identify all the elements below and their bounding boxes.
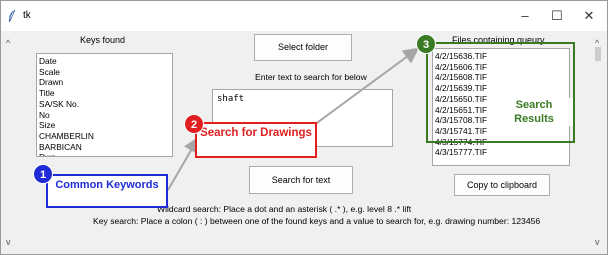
chevron-down-icon[interactable]: v (595, 237, 600, 247)
wildcard-help-text: Wildcard search: Place a dot and an aste… (157, 204, 412, 214)
file-list-item[interactable]: 4/3/15741.TIF (435, 126, 569, 137)
file-list-item[interactable]: 4/2/15636.TIF (435, 51, 569, 62)
tk-window: tk – ☐ ✕ ^ ^ v v Keys found Date Scale Dra… (0, 0, 608, 255)
files-header: Files containing queury (452, 35, 545, 45)
copy-to-clipboard-button[interactable]: Copy to clipboard (454, 174, 550, 196)
key-list-item[interactable]: SA/SK No. (39, 99, 172, 110)
search-text-input[interactable]: shaft (212, 89, 393, 147)
key-list-item[interactable]: Date (39, 56, 172, 67)
file-list-item[interactable]: 4/3/15708.TIF (435, 115, 569, 126)
file-list-item[interactable]: 4/3/15774.TIF (435, 137, 569, 148)
file-list-item[interactable]: 4/2/15606.TIF (435, 62, 569, 73)
file-list-item[interactable]: 4/3/15777.TIF (435, 147, 569, 158)
search-prompt-label: Enter text to search for below (255, 72, 367, 82)
key-list-item[interactable]: CHAMBERLIN (39, 131, 172, 142)
file-list-item[interactable]: 4/2/15651.TIF (435, 105, 569, 116)
keys-found-header: Keys found (80, 35, 126, 45)
vertical-scrollbar-thumb[interactable] (595, 47, 601, 61)
key-search-help-text: Key search: Place a colon ( : ) between … (93, 216, 541, 226)
maximize-button[interactable]: ☐ (541, 5, 573, 27)
key-list-item[interactable]: Dwn (39, 152, 172, 156)
key-list-item[interactable]: Title (39, 88, 172, 99)
key-list-item[interactable]: Scale (39, 67, 172, 78)
chevron-up-icon[interactable]: ^ (6, 38, 10, 48)
title-bar: tk – ☐ ✕ (1, 1, 607, 31)
file-list-item[interactable]: 4/2/15650.TIF (435, 94, 569, 105)
keys-listbox[interactable]: Date Scale Drawn Title SA/SK No. No Size CHAMBE… (36, 53, 173, 157)
key-list-item[interactable]: Size (39, 120, 172, 131)
search-for-text-button[interactable]: Search for text (249, 166, 353, 194)
select-folder-button[interactable]: Select folder (254, 34, 352, 61)
file-list-item[interactable]: 4/2/15639.TIF (435, 83, 569, 94)
files-listbox[interactable]: 4/2/15636.TIF 4/2/15606.TIF 4/2/15608.TIF 4… (432, 48, 570, 166)
key-list-item[interactable]: No (39, 110, 172, 121)
window-title: tk (23, 10, 31, 21)
key-list-item[interactable]: BARBICAN (39, 142, 172, 153)
chevron-down-icon[interactable]: v (6, 237, 11, 247)
minimize-button[interactable]: – (509, 5, 541, 27)
key-list-item[interactable]: Drawn (39, 77, 172, 88)
file-list-item[interactable]: 4/2/15608.TIF (435, 72, 569, 83)
close-button[interactable]: ✕ (573, 5, 605, 27)
feather-icon (9, 9, 16, 22)
